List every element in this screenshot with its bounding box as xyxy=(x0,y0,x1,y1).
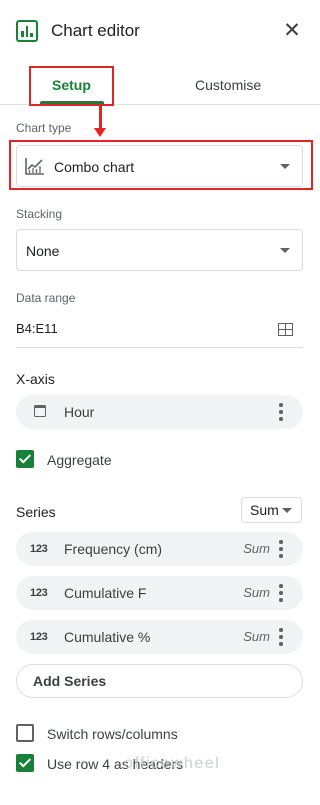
series-item-aggregate: Sum xyxy=(243,629,270,644)
chevron-down-icon xyxy=(282,508,292,513)
aggregate-label: Aggregate xyxy=(47,452,112,468)
x-axis-heading: X-axis xyxy=(16,371,55,387)
chart-type-highlight xyxy=(9,140,313,190)
data-range-label: Data range xyxy=(16,291,76,305)
series-item-label: Frequency (cm) xyxy=(64,541,163,557)
add-series-label: Add Series xyxy=(33,673,107,689)
data-range-underline xyxy=(16,347,303,348)
more-options-icon[interactable] xyxy=(279,584,283,602)
more-options-icon[interactable] xyxy=(279,403,283,421)
aggregate-checkbox[interactable] xyxy=(16,450,34,468)
series-item[interactable]: 123 Frequency (cm) Sum xyxy=(16,532,303,566)
watermark-logo: officewheel xyxy=(124,755,221,772)
stacking-value: None xyxy=(26,243,60,259)
chart-editor-icon xyxy=(16,20,38,42)
series-aggregate-value: Sum xyxy=(250,502,279,518)
close-icon[interactable]: ✕ xyxy=(282,20,302,41)
use-headers-checkbox[interactable] xyxy=(16,754,34,772)
stacking-select[interactable]: None xyxy=(16,229,303,271)
series-item[interactable]: 123 Cumulative F Sum xyxy=(16,576,303,610)
switch-rows-checkbox[interactable] xyxy=(16,724,34,742)
more-options-icon[interactable] xyxy=(279,628,283,646)
number-type-icon: 123 xyxy=(30,587,48,599)
x-axis-item[interactable]: Hour xyxy=(16,395,303,429)
x-axis-item-label: Hour xyxy=(64,404,95,420)
grid-select-icon[interactable] xyxy=(278,323,293,336)
switch-rows-label: Switch rows/columns xyxy=(47,726,178,742)
data-range-input[interactable]: B4:E11 xyxy=(16,320,58,338)
series-item-label: Cumulative F xyxy=(64,585,147,601)
annotation-arrow-head xyxy=(94,128,106,137)
add-series-button[interactable]: Add Series xyxy=(16,664,303,698)
calendar-icon xyxy=(34,405,46,417)
chevron-down-icon xyxy=(280,248,290,253)
panel-title: Chart editor xyxy=(51,21,140,40)
series-item-aggregate: Sum xyxy=(243,541,270,556)
chart-type-label: Chart type xyxy=(16,121,72,135)
series-item[interactable]: 123 Cumulative % Sum xyxy=(16,620,303,654)
series-item-aggregate: Sum xyxy=(243,585,270,600)
series-item-label: Cumulative % xyxy=(64,629,151,645)
series-heading: Series xyxy=(16,504,56,520)
setup-tab-highlight xyxy=(29,66,114,106)
number-type-icon: 123 xyxy=(30,631,48,643)
stacking-label: Stacking xyxy=(16,207,63,221)
tab-customise[interactable]: Customise xyxy=(195,76,261,94)
series-aggregate-select[interactable]: Sum xyxy=(241,497,302,523)
more-options-icon[interactable] xyxy=(279,540,283,558)
number-type-icon: 123 xyxy=(30,543,48,555)
